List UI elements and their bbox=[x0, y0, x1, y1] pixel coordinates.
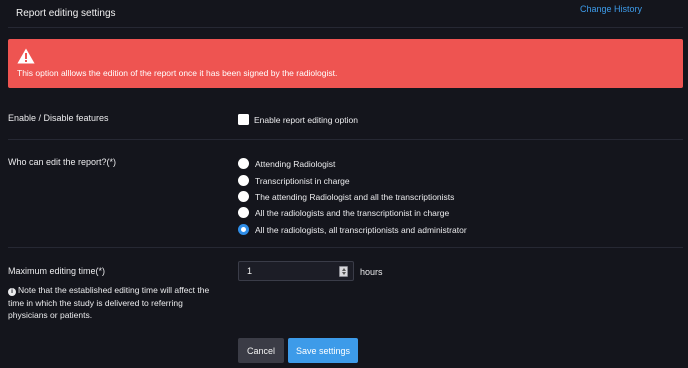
radio-option-attending-and-transcriptionists[interactable]: The attending Radiologist and all the tr… bbox=[238, 191, 454, 202]
editors-divider bbox=[8, 247, 683, 248]
editing-time-label: Maximum editing time(*) bbox=[8, 266, 106, 276]
change-history-link[interactable]: Change History bbox=[580, 4, 642, 14]
radio-label: Attending Radiologist bbox=[255, 158, 336, 169]
radio-label: All the radiologists and the transcripti… bbox=[255, 207, 450, 218]
radio-button[interactable] bbox=[238, 175, 249, 186]
header-divider bbox=[8, 27, 683, 28]
features-label: Enable / Disable features bbox=[8, 113, 109, 123]
radio-label: All the radiologists, all transcriptioni… bbox=[255, 224, 467, 235]
warning-alert: This option alllows the edition of the r… bbox=[8, 39, 683, 88]
stepper-down-icon[interactable] bbox=[341, 272, 346, 275]
radio-label: Transcriptionist in charge bbox=[255, 175, 350, 186]
cancel-button[interactable]: Cancel bbox=[238, 338, 284, 363]
features-divider bbox=[8, 139, 683, 140]
radio-option-attending-radiologist[interactable]: Attending Radiologist bbox=[238, 158, 335, 169]
info-circle-icon: i bbox=[8, 288, 16, 296]
stepper-up-icon[interactable] bbox=[341, 268, 346, 271]
radio-label: The attending Radiologist and all the tr… bbox=[255, 191, 455, 202]
alert-message: This option alllows the edition of the r… bbox=[17, 68, 338, 78]
radio-option-transcriptionist[interactable]: Transcriptionist in charge bbox=[238, 175, 350, 186]
warning-triangle-icon bbox=[17, 48, 35, 64]
radio-option-all-including-admin[interactable]: All the radiologists, all transcriptioni… bbox=[238, 224, 467, 235]
radio-button-selected[interactable] bbox=[238, 224, 249, 235]
editing-time-note: i Note that the established editing time … bbox=[8, 284, 223, 322]
radio-button[interactable] bbox=[238, 158, 249, 169]
enable-editing-checkbox[interactable] bbox=[238, 114, 249, 125]
note-text: Note that the established editing time w… bbox=[8, 285, 210, 320]
editors-label: Who can edit the report?(*) bbox=[8, 157, 117, 167]
hours-unit-label: hours bbox=[360, 267, 383, 277]
enable-editing-label: Enable report editing option bbox=[254, 114, 358, 125]
radio-option-radiologists-and-transcriptionist[interactable]: All the radiologists and the transcripti… bbox=[238, 207, 449, 218]
save-settings-button[interactable]: Save settings bbox=[288, 338, 358, 363]
page-title: Report editing settings bbox=[16, 8, 116, 19]
radio-button[interactable] bbox=[238, 191, 249, 202]
editing-time-stepper[interactable] bbox=[339, 266, 348, 277]
radio-button[interactable] bbox=[238, 207, 249, 218]
enable-editing-checkbox-row[interactable]: Enable report editing option bbox=[238, 114, 358, 125]
editing-time-input[interactable]: 1 bbox=[238, 261, 354, 281]
